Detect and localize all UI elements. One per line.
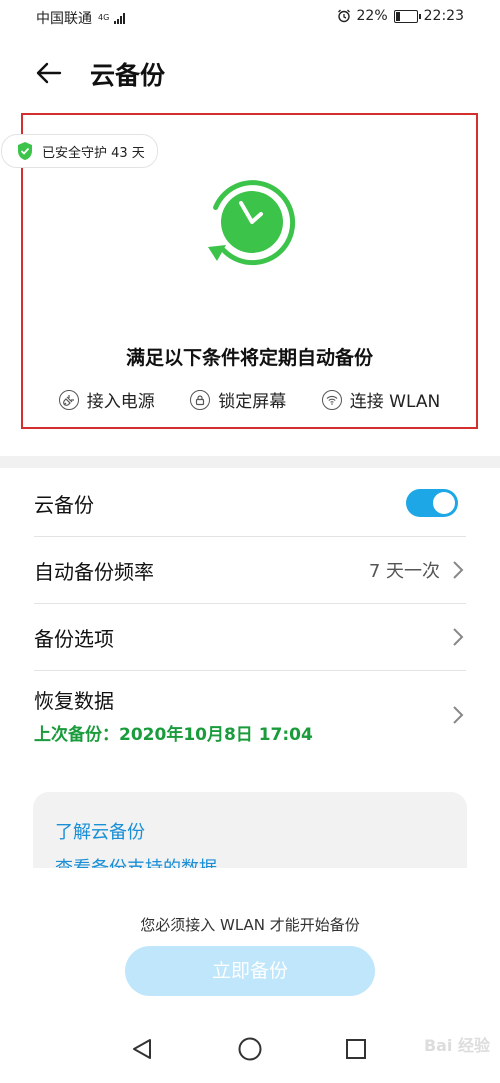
condition-lock-label: 锁定屏幕 <box>218 392 287 412</box>
condition-power: 接入电源 <box>58 387 155 412</box>
battery-icon <box>393 9 421 23</box>
backup-frequency-value: 7 天一次 <box>368 561 440 582</box>
learn-cloud-backup-link[interactable]: 了解云备份 <box>55 818 145 844</box>
clock-sync-icon <box>199 169 305 279</box>
restore-data-text: 恢复数据 上次备份：2020年10月8日 17:04 <box>34 685 313 745</box>
recents-square-icon <box>346 1039 366 1059</box>
chevron-right-icon <box>453 706 464 724</box>
backup-options-label: 备份选项 <box>34 626 114 651</box>
app-bar: 云备份 <box>0 44 500 100</box>
status-left: 中国联通 4G <box>36 8 126 28</box>
clock-time: 22:23 <box>423 8 464 24</box>
restore-data-label: 恢复数据 <box>34 689 114 713</box>
chevron-right-icon <box>453 561 464 579</box>
wifi-icon <box>321 389 342 410</box>
nav-back-button[interactable] <box>126 1032 160 1066</box>
watermark-text: Bai 经验 <box>423 1036 490 1055</box>
back-arrow-icon <box>36 62 62 84</box>
supported-data-link[interactable]: 查看备份支持的数据 <box>55 854 217 868</box>
toggle-knob <box>433 492 455 514</box>
status-bar: 中国联通 4G 22% 22:23 <box>0 0 500 34</box>
home-circle-icon <box>238 1037 262 1061</box>
section-separator <box>0 456 500 468</box>
alarm-icon <box>337 9 351 23</box>
condition-power-label: 接入电源 <box>86 392 155 412</box>
carrier-name: 中国联通 <box>36 11 92 27</box>
back-triangle-icon <box>133 1039 151 1059</box>
back-button[interactable] <box>32 56 66 90</box>
cloud-backup-label: 云备份 <box>34 492 94 517</box>
signal-icon <box>114 12 126 24</box>
condition-lock: 锁定屏幕 <box>190 387 286 412</box>
conditions-list: 接入电源 锁定屏幕 连接 WLAN <box>23 387 476 412</box>
protection-days-text: 已安全守护 43 天 <box>42 145 145 161</box>
last-backup-status: 上次备份：2020年10月8日 17:04 <box>34 725 313 745</box>
nav-recents-button[interactable] <box>339 1032 373 1066</box>
protection-badge: 已安全守护 43 天 <box>1 134 158 168</box>
status-right: 22% 22:23 <box>337 8 464 24</box>
restore-data-row[interactable]: 恢复数据 上次备份：2020年10月8日 17:04 <box>34 671 466 759</box>
backup-options-row[interactable]: 备份选项 <box>34 604 466 670</box>
chevron-right-icon <box>453 628 464 646</box>
shield-check-icon <box>16 141 34 161</box>
auto-backup-condition-title: 满足以下条件将定期自动备份 <box>125 347 373 369</box>
power-plug-icon <box>58 389 79 410</box>
footer: 您必须接入 WLAN 才能开始备份 立即备份 Bai 经验 <box>0 868 500 1083</box>
condition-wlan: 连接 WLAN <box>321 387 441 412</box>
cloud-backup-row[interactable]: 云备份 <box>34 470 466 536</box>
condition-wlan-label: 连接 WLAN <box>349 392 441 412</box>
nav-home-button[interactable] <box>233 1032 267 1066</box>
info-card: 了解云备份 查看备份支持的数据 <box>33 792 467 868</box>
cloud-backup-toggle[interactable] <box>406 489 458 517</box>
lock-icon <box>190 389 211 410</box>
network-type: 4G <box>98 13 110 22</box>
backup-now-button[interactable]: 立即备份 <box>125 946 375 996</box>
backup-frequency-label: 自动备份频率 <box>34 559 154 584</box>
wlan-required-notice: 您必须接入 WLAN 才能开始备份 <box>140 916 360 934</box>
page-title: 云备份 <box>90 61 166 90</box>
battery-percent: 22% <box>356 8 388 24</box>
auto-backup-panel: 已安全守护 43 天 满足以下条件将定期自动备份 接入电源 锁定屏幕 连接 WL… <box>1 113 478 429</box>
backup-frequency-row[interactable]: 自动备份频率 7 天一次 <box>34 537 466 603</box>
